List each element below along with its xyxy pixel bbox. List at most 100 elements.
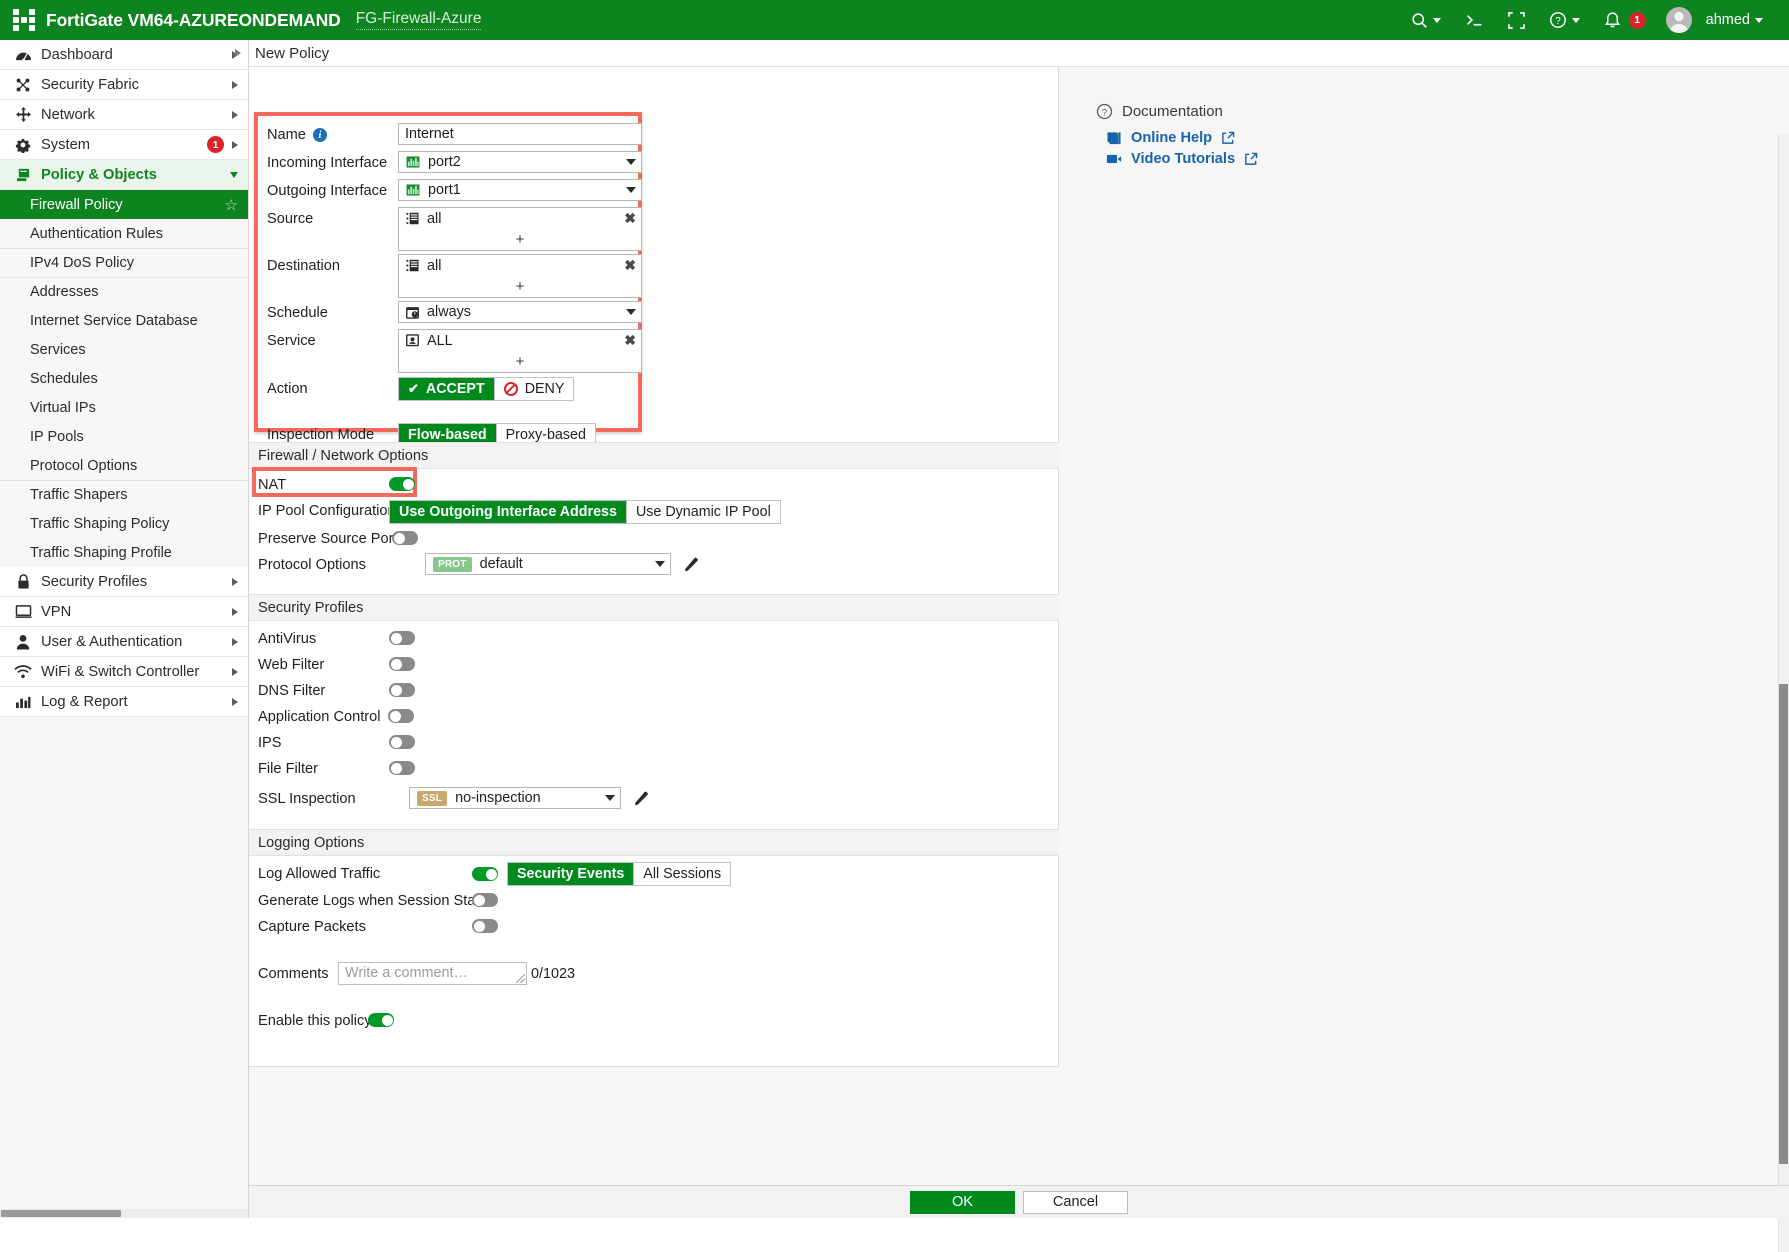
- online-help-label: Online Help: [1131, 130, 1213, 146]
- form-row-log-allowed-traffic: Log Allowed Traffic Security Events All …: [249, 862, 1059, 887]
- add-service-button[interactable]: +: [399, 351, 641, 371]
- help-button[interactable]: ?: [1537, 0, 1592, 40]
- sidebar-item-traffic-shaping-policy[interactable]: Traffic Shaping Policy: [0, 509, 248, 538]
- video-tutorials-link[interactable]: Video Tutorials: [1106, 151, 1789, 167]
- ok-button[interactable]: OK: [910, 1190, 1015, 1214]
- application-control-toggle[interactable]: [388, 709, 414, 723]
- sidebar-item-ip-pools[interactable]: IP Pools: [0, 422, 248, 451]
- name-input[interactable]: [398, 123, 642, 145]
- edit-ssl-inspection-icon[interactable]: [633, 790, 650, 807]
- preserve-source-port-toggle[interactable]: [392, 531, 418, 545]
- comments-label: Comments: [258, 966, 329, 982]
- outgoing-interface-select[interactable]: port1: [398, 179, 642, 201]
- incoming-interface-label: Incoming Interface: [267, 155, 388, 171]
- sidebar-horizontal-scrollbar-track[interactable]: [0, 1209, 248, 1218]
- ip-pool-outgoing-interface-button[interactable]: Use Outgoing Interface Address: [390, 501, 627, 523]
- sidebar-item-services[interactable]: Services: [0, 335, 248, 364]
- sidebar-item-vpn[interactable]: VPN: [0, 597, 248, 627]
- incoming-interface-select[interactable]: port2: [398, 151, 642, 173]
- chevron-right-icon: [232, 140, 238, 149]
- content-area: New Policy Name i Incoming Interface: [235, 40, 1789, 1252]
- cli-console-button[interactable]: [1453, 0, 1496, 40]
- fullscreen-button[interactable]: [1496, 0, 1537, 40]
- nat-toggle[interactable]: [389, 477, 415, 491]
- edit-protocol-options-icon[interactable]: [683, 556, 700, 573]
- service-object-icon: [406, 334, 419, 347]
- remove-service-icon[interactable]: ✖: [624, 332, 636, 349]
- sidebar-item-wifi-switch-controller[interactable]: WiFi & Switch Controller: [0, 657, 248, 687]
- user-menu[interactable]: ahmed: [1658, 0, 1775, 40]
- web-filter-toggle[interactable]: [389, 657, 415, 671]
- comments-textarea[interactable]: Write a comment…: [338, 962, 527, 985]
- sidebar-item-system[interactable]: System 1: [0, 130, 248, 160]
- check-icon: ✔: [408, 381, 419, 396]
- info-icon[interactable]: i: [312, 128, 327, 142]
- ssl-tag: SSL: [417, 790, 448, 806]
- log-allowed-traffic-toggle[interactable]: [472, 867, 498, 881]
- favorite-star-icon[interactable]: ☆: [225, 196, 238, 214]
- form-row-web-filter: Web Filter: [249, 653, 1059, 678]
- protocol-options-select[interactable]: PROT default: [425, 553, 671, 575]
- sidebar-item-user-authentication[interactable]: User & Authentication: [0, 627, 248, 657]
- enable-policy-toggle[interactable]: [368, 1013, 394, 1027]
- chevron-right-icon: [232, 110, 238, 119]
- sidebar-item-protocol-options[interactable]: Protocol Options: [0, 451, 248, 480]
- source-multiselect[interactable]: all ✖ +: [398, 207, 642, 251]
- sidebar-item-authentication-rules[interactable]: Authentication Rules: [0, 219, 248, 248]
- user-name-label: ahmed: [1705, 12, 1750, 28]
- schedule-select[interactable]: always: [398, 301, 642, 323]
- action-accept-button[interactable]: ✔ ACCEPT: [399, 378, 495, 400]
- capture-packets-toggle[interactable]: [472, 919, 498, 933]
- content-vertical-scrollbar-track[interactable]: [1778, 134, 1789, 1252]
- sidebar-item-virtual-ips[interactable]: Virtual IPs: [0, 393, 248, 422]
- search-button[interactable]: [1399, 0, 1453, 40]
- log-security-events-button[interactable]: Security Events: [508, 863, 635, 885]
- cancel-button[interactable]: Cancel: [1023, 1190, 1128, 1214]
- notifications-button[interactable]: 1: [1592, 0, 1658, 40]
- antivirus-toggle[interactable]: [389, 631, 415, 645]
- form-row-generate-logs: Generate Logs when Session Starts: [249, 889, 1059, 914]
- source-value: all: [427, 210, 442, 227]
- add-source-button[interactable]: +: [399, 229, 641, 249]
- form-row-application-control: Application Control: [249, 705, 1059, 730]
- ip-pool-dynamic-button[interactable]: Use Dynamic IP Pool: [626, 501, 780, 523]
- sidebar-item-traffic-shaping-profile[interactable]: Traffic Shaping Profile: [0, 538, 248, 567]
- sidebar-item-traffic-shapers[interactable]: Traffic Shapers: [0, 480, 248, 509]
- chevron-down-icon: [655, 561, 665, 567]
- file-filter-toggle[interactable]: [389, 761, 415, 775]
- sidebar-item-ipv4-dos-policy[interactable]: IPv4 DoS Policy: [0, 248, 248, 277]
- sidebar-item-schedules[interactable]: Schedules: [0, 364, 248, 393]
- action-deny-button[interactable]: DENY: [494, 378, 574, 400]
- sidebar-horizontal-scrollbar-thumb[interactable]: [1, 1210, 121, 1217]
- hostname-label[interactable]: FG-Firewall-Azure: [355, 10, 482, 30]
- form-scroll-region[interactable]: Name i Incoming Interface po: [249, 67, 1789, 1252]
- destination-multiselect[interactable]: all ✖ +: [398, 254, 642, 298]
- ip-pool-segmented-control: Use Outgoing Interface Address Use Dynam…: [389, 500, 781, 524]
- header-actions: ? 1 ahmed: [1399, 0, 1789, 40]
- protocol-options-value: default: [479, 556, 523, 572]
- service-multiselect[interactable]: ALL ✖ +: [398, 329, 642, 373]
- destination-value: all: [427, 257, 442, 274]
- remove-destination-icon[interactable]: ✖: [624, 257, 636, 274]
- generate-logs-toggle[interactable]: [472, 893, 498, 907]
- ips-toggle[interactable]: [389, 735, 415, 749]
- remove-source-icon[interactable]: ✖: [624, 210, 636, 227]
- sidebar-item-internet-service-database[interactable]: Internet Service Database: [0, 306, 248, 335]
- online-help-link[interactable]: Online Help: [1106, 130, 1789, 146]
- sidebar-item-policy-objects[interactable]: Policy & Objects: [0, 160, 248, 190]
- sidebar-item-dashboard[interactable]: Dashboard: [0, 40, 248, 70]
- sidebar-item-security-fabric[interactable]: Security Fabric: [0, 70, 248, 100]
- dns-filter-toggle[interactable]: [389, 683, 415, 697]
- ssl-inspection-select[interactable]: SSL no-inspection: [409, 787, 621, 809]
- gear-icon: [12, 137, 34, 153]
- add-destination-button[interactable]: +: [399, 276, 641, 296]
- sidebar-item-addresses[interactable]: Addresses: [0, 277, 248, 306]
- sidebar-item-security-profiles[interactable]: Security Profiles: [0, 567, 248, 597]
- sidebar-sub-label: Addresses: [30, 284, 99, 300]
- sidebar-item-firewall-policy[interactable]: Firewall Policy ☆: [0, 190, 248, 219]
- sidebar-item-log-report[interactable]: Log & Report: [0, 687, 248, 717]
- sidebar-item-network[interactable]: Network: [0, 100, 248, 130]
- log-all-sessions-button[interactable]: All Sessions: [634, 863, 731, 885]
- sidebar-collapse-icon[interactable]: [235, 49, 241, 57]
- content-vertical-scrollbar-thumb[interactable]: [1779, 684, 1788, 1164]
